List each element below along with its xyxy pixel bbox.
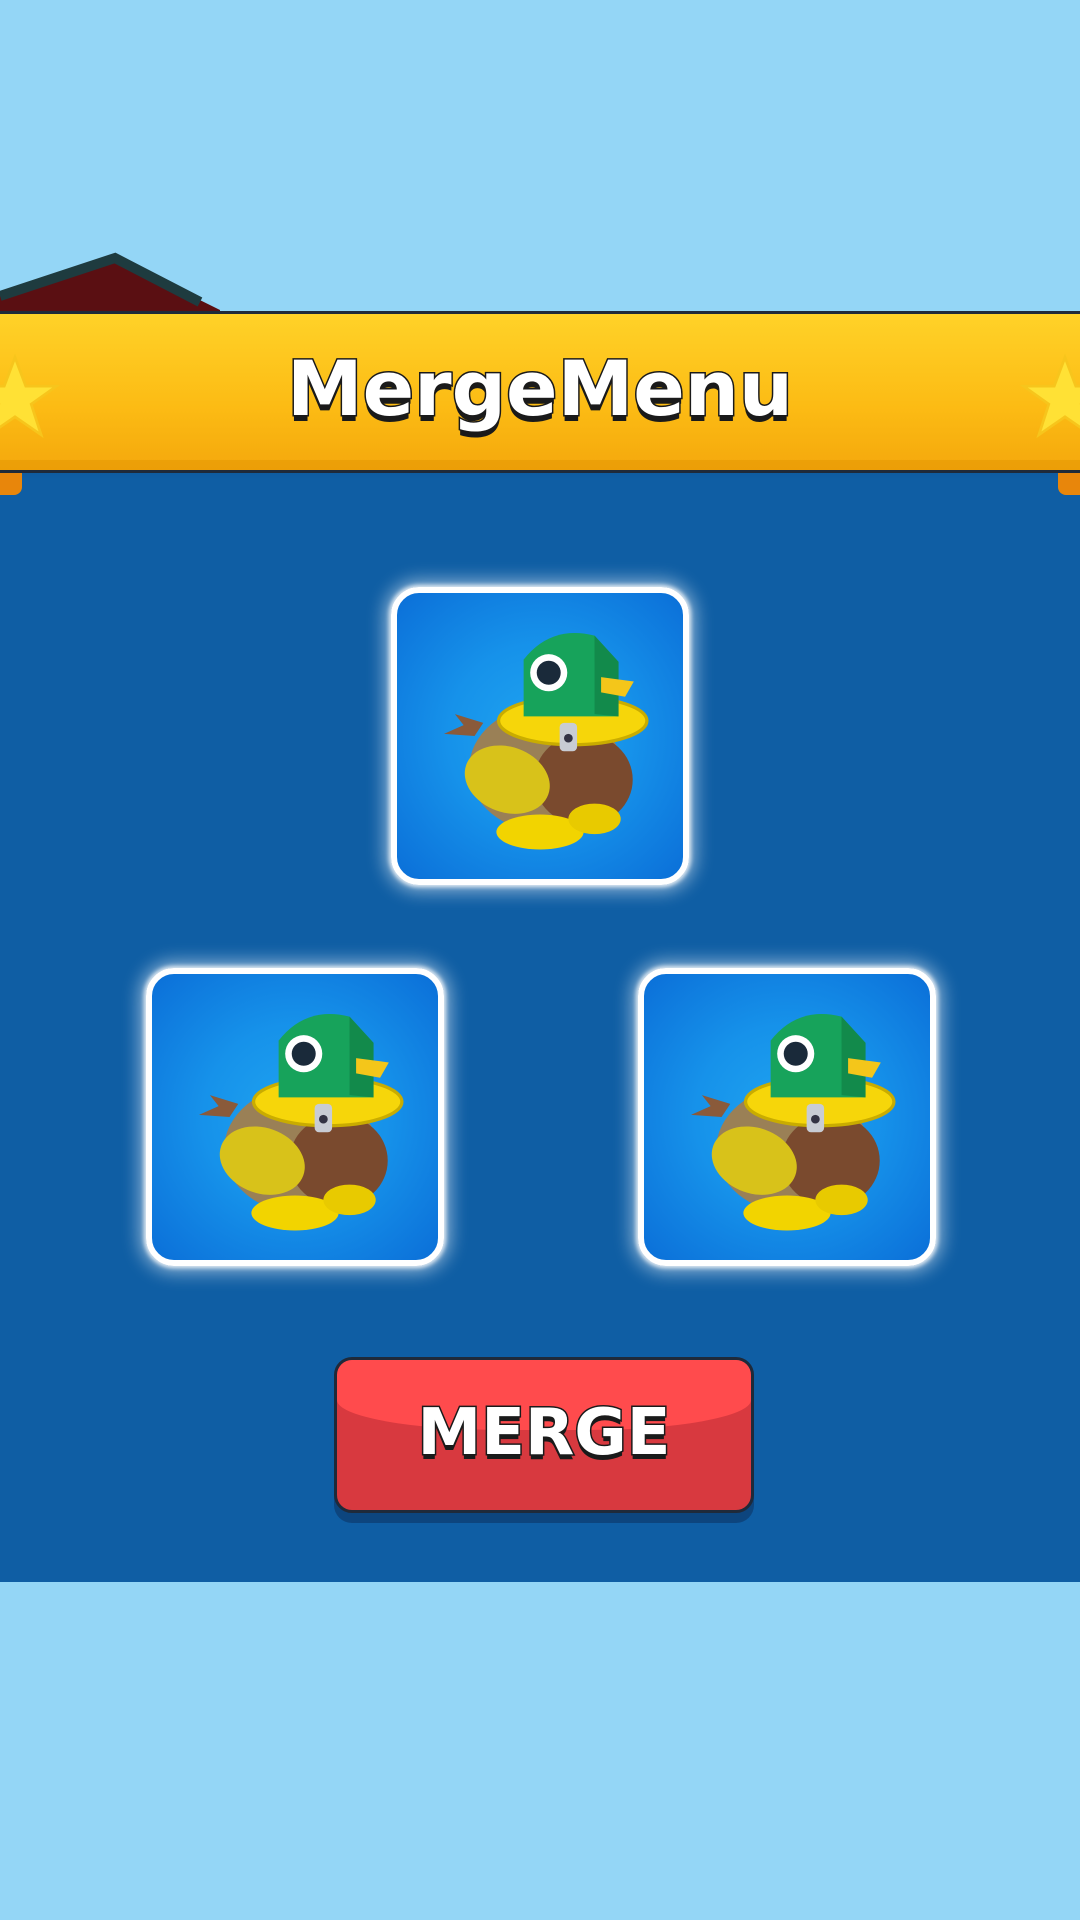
duck-character-icon bbox=[197, 1012, 404, 1233]
duck-character-icon bbox=[689, 1012, 896, 1233]
duck-character-icon bbox=[442, 631, 649, 852]
title-banner: MergeMenu bbox=[0, 305, 1080, 495]
banner-ribbon: MergeMenu bbox=[0, 311, 1080, 473]
merge-slot-bottom-right[interactable] bbox=[638, 968, 936, 1266]
merge-slot-bottom-left[interactable] bbox=[146, 968, 444, 1266]
merge-slot-top[interactable] bbox=[391, 587, 689, 885]
merge-button[interactable]: MERGE bbox=[334, 1357, 754, 1513]
merge-button-label: MERGE bbox=[416, 1395, 672, 1472]
page-title: MergeMenu bbox=[286, 343, 795, 435]
